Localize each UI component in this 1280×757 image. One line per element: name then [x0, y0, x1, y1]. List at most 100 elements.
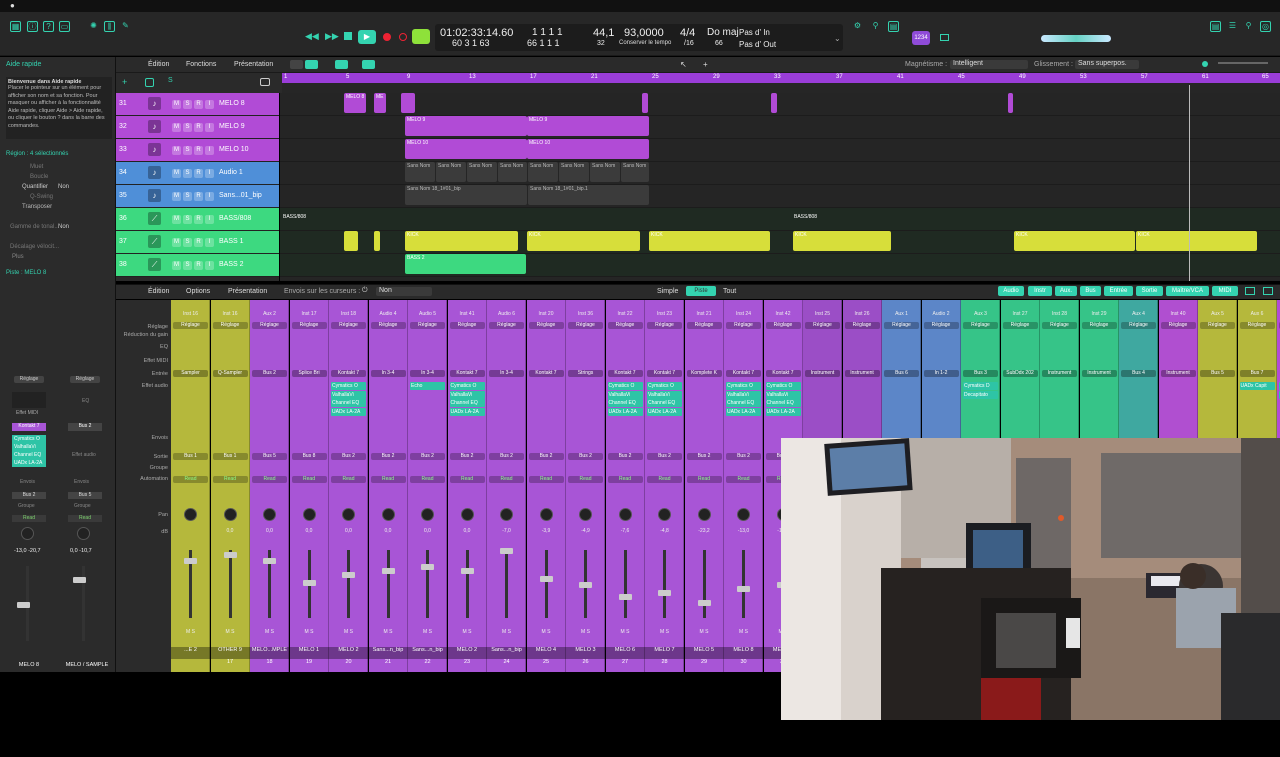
mute-solo-buttons[interactable]: M S — [329, 629, 368, 641]
pan-knob[interactable] — [421, 508, 434, 521]
plugin-slot[interactable]: UADx LA-2A — [449, 407, 485, 416]
strip-setting-button[interactable]: Réglage — [726, 322, 761, 329]
filter-2[interactable]: Aux. — [1055, 286, 1077, 296]
record-icon[interactable] — [383, 33, 391, 41]
cycle-range[interactable] — [282, 73, 1280, 83]
strip-output-slot[interactable]: Bus 2 — [607, 453, 643, 460]
inspector-plugins[interactable]: Cymatics O ValhallaVi Channel EQ UADx LA… — [12, 435, 46, 467]
region[interactable] — [374, 231, 380, 251]
strip-input-slot[interactable]: In 3-4 — [410, 370, 445, 377]
region-icon[interactable] — [145, 78, 154, 87]
solo-button[interactable]: S — [183, 215, 192, 224]
strip-setting-button[interactable]: Réglage — [884, 322, 919, 329]
tuner-icon[interactable]: ⚙ — [852, 21, 863, 32]
strip-setting-button[interactable]: Réglage — [410, 322, 445, 329]
region[interactable]: KICK — [1136, 231, 1257, 251]
strip-automation-mode[interactable]: Read — [528, 476, 564, 483]
strip-setting-button[interactable]: Réglage — [1160, 322, 1196, 329]
drag-select[interactable]: Sans superpos. — [1075, 60, 1139, 69]
mute-solo-buttons[interactable]: M S — [408, 629, 447, 641]
record-button[interactable]: R — [194, 238, 203, 247]
strip-input-slot[interactable]: Strings — [568, 370, 603, 377]
cycle-button[interactable] — [412, 29, 430, 44]
pan-knob[interactable] — [184, 508, 197, 521]
strip-automation-mode[interactable]: Read — [370, 476, 406, 483]
mute-solo-buttons[interactable]: M S — [645, 629, 684, 641]
mute-solo-buttons[interactable]: M S — [250, 629, 289, 641]
param-qswing[interactable]: Q-Swing — [30, 194, 53, 200]
mute-solo-buttons[interactable]: M S — [566, 629, 605, 641]
snap-select[interactable]: Intelligent — [950, 60, 1028, 69]
strip-input-slot[interactable]: In 3-4 — [370, 370, 406, 377]
inspector-output[interactable]: Bus 2 — [12, 492, 46, 499]
inspector-pan-knob[interactable] — [21, 527, 34, 540]
inspector-midi[interactable]: Effet MIDI — [16, 410, 38, 416]
strip-output-slot[interactable]: Bus 5 — [252, 453, 287, 460]
volume-fader[interactable] — [223, 552, 237, 558]
menu-edition[interactable]: Édition — [148, 61, 169, 68]
region[interactable]: KICK — [793, 231, 891, 251]
strip-output-slot[interactable]: Bus 2 — [528, 453, 564, 460]
strip-setting-button[interactable]: Réglage — [173, 322, 208, 329]
mixer-icon[interactable]: ⫼ — [104, 21, 115, 32]
browser-icon[interactable]: ⚲ — [1243, 21, 1254, 32]
plugin-slot[interactable]: Channel EQ — [765, 399, 801, 407]
strip-automation-mode[interactable]: Read — [686, 476, 722, 483]
strip-automation-mode[interactable]: Read — [647, 476, 682, 483]
strip-automation-mode[interactable]: Read — [568, 476, 603, 483]
strip-input-slot[interactable]: Bus 3 — [963, 370, 998, 377]
solo-button[interactable]: S — [183, 123, 192, 132]
strip-automation-mode[interactable]: Read — [252, 476, 287, 483]
mute-solo-buttons[interactable]: M S — [290, 629, 329, 641]
plugin-slot[interactable]: Cymatics O — [647, 382, 682, 390]
strip-setting-button[interactable]: Réglage — [1121, 322, 1156, 329]
inspector-eq[interactable] — [12, 392, 46, 408]
strip-setting-button[interactable]: Réglage — [528, 322, 564, 329]
master-volume-slider[interactable] — [1041, 35, 1111, 42]
param-gamme-value[interactable]: Non — [58, 224, 69, 230]
strip-automation-mode[interactable]: Read — [291, 476, 327, 483]
mute-button[interactable]: M — [172, 123, 181, 132]
library-icon[interactable]: ▦ — [10, 21, 21, 32]
strip-input-slot[interactable]: Kontakt 7 — [726, 370, 761, 377]
plugin-slot[interactable]: Channel EQ — [14, 451, 46, 459]
strip-automation-mode[interactable]: Read — [331, 476, 366, 483]
list-icon[interactable]: ☰ — [1227, 21, 1238, 32]
region[interactable]: ME — [374, 93, 386, 113]
pan-knob[interactable] — [697, 508, 711, 521]
flex-icon[interactable] — [362, 60, 375, 69]
inspector-group[interactable]: Groupe — [18, 503, 35, 509]
count-in-icon[interactable]: ▤ — [888, 21, 899, 32]
volume-fader[interactable] — [579, 582, 592, 588]
inspector-fader[interactable] — [17, 602, 30, 608]
pan-knob[interactable] — [737, 508, 750, 521]
tempo[interactable]: 93,0000 — [624, 27, 664, 39]
plugin-slot[interactable]: Channel EQ — [331, 399, 366, 407]
plugin-slot[interactable]: ValhallaVi — [14, 443, 46, 451]
strip-input-slot[interactable]: Instrument — [805, 370, 840, 377]
pan-knob[interactable] — [302, 508, 316, 521]
strip-input-slot[interactable]: Bus 2 — [252, 370, 287, 377]
play-button[interactable]: ▶ — [358, 30, 376, 44]
filter-0[interactable]: Audio — [998, 286, 1024, 296]
punch-out[interactable]: Pas d' Out — [739, 40, 776, 49]
lcd-dropdown-icon[interactable]: ⌄ — [834, 34, 841, 43]
pan-knob[interactable] — [618, 508, 632, 521]
solo-button[interactable]: S — [183, 238, 192, 247]
input-button[interactable]: I — [205, 169, 214, 178]
view-simple[interactable]: Simple — [657, 288, 678, 295]
strip-setting-button[interactable]: Réglage — [923, 322, 959, 329]
plugin-slot[interactable]: Cymatics O — [765, 382, 801, 390]
track-name[interactable]: Audio 1 — [219, 169, 243, 176]
view-tout[interactable]: Tout — [723, 288, 736, 295]
strip-input-slot[interactable]: Kontakt 7 — [607, 370, 643, 377]
strip-input-slot[interactable]: Sampler — [173, 370, 208, 377]
input-button[interactable]: I — [205, 100, 214, 109]
volume-fader[interactable] — [460, 568, 474, 574]
mute-button[interactable]: M — [172, 100, 181, 109]
plugin-slot[interactable]: ValhallaVi — [765, 390, 801, 399]
mute-solo-buttons[interactable]: M S — [369, 629, 408, 641]
mute-solo-buttons[interactable]: M S — [487, 629, 526, 641]
solo-button[interactable]: S — [183, 192, 192, 201]
strip-setting-button[interactable]: Réglage — [291, 322, 327, 329]
